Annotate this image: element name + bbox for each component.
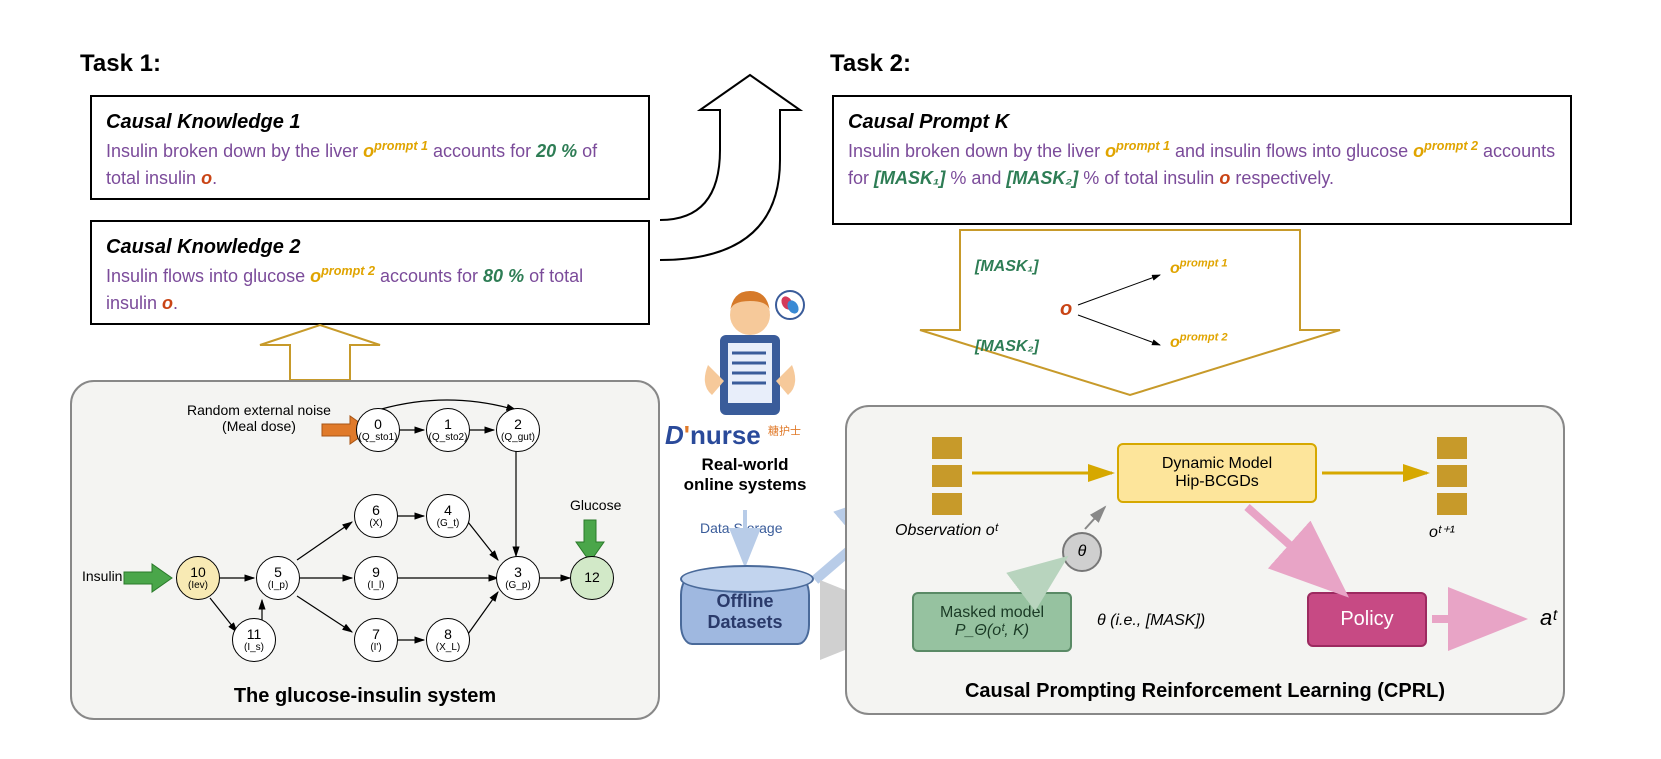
ck2-percent: 80 % <box>483 266 524 286</box>
cprl-caption: Causal Prompting Reinforcement Learning … <box>847 680 1563 703</box>
task2-label: Task 2: <box>830 50 911 78</box>
glucose-label: Glucose <box>570 497 621 513</box>
arrow-task1-to-task2 <box>660 75 800 260</box>
o-var: o <box>201 168 212 188</box>
insulin-label: Insulin <box>82 568 122 584</box>
ck1-percent: 20 % <box>536 141 577 161</box>
ck1-text: Insulin broken down by the liver oprompt… <box>106 137 634 192</box>
node-9: 9(I_l) <box>354 556 398 600</box>
real-world-label: Real-world online systems <box>675 455 815 495</box>
causal-knowledge-1-box: Causal Knowledge 1 Insulin broken down b… <box>90 95 650 200</box>
causal-knowledge-2-box: Causal Knowledge 2 Insulin flows into gl… <box>90 220 650 325</box>
node-11: 11(I_s) <box>232 618 276 662</box>
ck2-title: Causal Knowledge 2 <box>106 232 634 262</box>
ck2-text: Insulin flows into glucose oprompt 2 acc… <box>106 262 634 317</box>
o-var: o <box>162 293 173 313</box>
observation-label: Observation oᵗ <box>895 522 998 540</box>
node-8: 8(X_L) <box>426 618 470 662</box>
node-6: 6(X) <box>354 494 398 538</box>
o-prompt-2: oprompt 2 <box>310 266 375 286</box>
dnurse-sub: 糖护士 <box>768 425 801 437</box>
oprompt2-inline: oprompt 2 <box>1170 332 1228 352</box>
action-label: aᵗ <box>1540 605 1557 631</box>
node-3: 3(G_p) <box>496 556 540 600</box>
node-0: 0(Q_sto1) <box>356 408 400 452</box>
prompt-title: Causal Prompt K <box>848 107 1556 137</box>
glucose-insulin-panel: Random external noise (Meal dose) <box>70 380 660 720</box>
node-5: 5(I_p) <box>256 556 300 600</box>
ck1-title: Causal Knowledge 1 <box>106 107 634 137</box>
node-10: 10(Iev) <box>176 556 220 600</box>
dynamic-model-box: Dynamic Model Hip-BCGDs <box>1117 443 1317 503</box>
dnurse-logo: D'D'nursenurse 糖护士 <box>665 420 801 451</box>
task1-label: Task 1: <box>80 50 161 78</box>
node-12: 12 <box>570 556 614 600</box>
data-storage-label: Data Storage <box>700 520 783 536</box>
policy-box: Policy <box>1307 592 1427 647</box>
noise-label: Random external noise (Meal dose) <box>187 402 331 434</box>
prompt-text: Insulin broken down by the liver oprompt… <box>848 137 1556 192</box>
mask2: [MASK₂] <box>1006 168 1078 188</box>
node-4: 4(G_t) <box>426 494 470 538</box>
mask1-inline: [MASK₁] <box>975 258 1038 276</box>
ot1-label: oᵗ⁺¹ <box>1429 522 1455 542</box>
node-7: 7(I') <box>354 618 398 662</box>
up-arrow-task1 <box>260 325 380 380</box>
cprl-panel: Observation oᵗ oᵗ⁺¹ Dynamic Model Hip-BC… <box>845 405 1565 715</box>
mask2-inline: [MASK₂] <box>975 338 1039 356</box>
node-1: 1(Q_sto2) <box>426 408 470 452</box>
down-arrow-task2 <box>920 230 1340 395</box>
insulin-caption: The glucose-insulin system <box>72 685 658 708</box>
oprompt1-inline: oprompt 1 <box>1170 258 1228 278</box>
o-prompt-1: oprompt 1 <box>363 141 428 161</box>
ovar-inline: o <box>1060 298 1072 321</box>
masked-model-box: Masked model P_Θ(oᵗ, K) <box>912 592 1072 652</box>
theta-circle: θ <box>1062 532 1102 572</box>
causal-prompt-box: Causal Prompt K Insulin broken down by t… <box>832 95 1572 225</box>
nurse-illustration <box>690 285 810 425</box>
offline-datasets-cylinder: Offline Datasets <box>680 575 810 645</box>
node-2: 2(Q_gut) <box>496 408 540 452</box>
mask1: [MASK₁] <box>874 168 945 188</box>
theta-mask-label: θ (i.e., [MASK]) <box>1097 612 1205 630</box>
